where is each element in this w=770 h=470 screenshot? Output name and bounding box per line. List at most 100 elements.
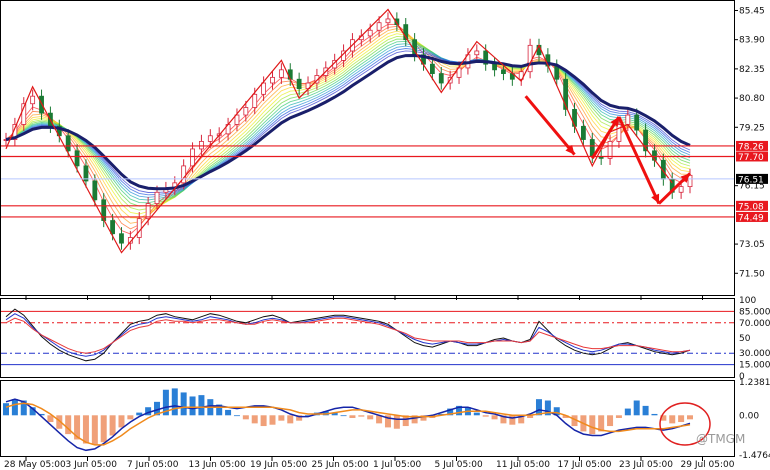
candle-body: [65, 135, 71, 152]
macd-y-tick-label: 0.00: [739, 411, 759, 421]
macd-histogram-bar: [358, 415, 365, 417]
macd-histogram-bar: [287, 415, 294, 424]
candle-body: [261, 82, 267, 95]
macd-histogram-bar: [225, 409, 232, 416]
y-tick-label: 85.45: [739, 6, 765, 16]
price-level-label: 78.26: [738, 142, 764, 152]
macd-histogram-bar: [127, 415, 134, 420]
candle-body: [296, 78, 302, 90]
chart-canvas[interactable]: 28 May 05:00 3 Jun 05:00 7 Jun 05:00 13 Jun…: [0, 0, 770, 470]
x-tick-label: 25 Jun 05:00: [312, 460, 369, 470]
macd-histogram-bar: [687, 415, 693, 420]
macd-histogram-bar: [651, 413, 658, 416]
macd-histogram-bar: [607, 415, 614, 427]
x-tick-label: 17 Jul 05:00: [558, 460, 612, 470]
candle-body: [207, 135, 213, 142]
price-level-label: 77.70: [738, 153, 764, 163]
macd-histogram-bar: [11, 399, 18, 416]
y-tick-label: 71.50: [739, 269, 765, 279]
candle-body: [474, 50, 480, 56]
candle-body: [616, 124, 622, 142]
candle-body: [270, 76, 275, 84]
macd-histogram-bar: [349, 415, 356, 418]
x-tick-label: 19 Jun 05:00: [250, 460, 307, 470]
macd-histogram-bar: [91, 415, 98, 445]
y-tick-label: 79.25: [739, 123, 765, 133]
macd-histogram-bar: [535, 399, 542, 416]
x-tick-label: 28 May 05:00: [4, 460, 66, 470]
candle-body: [234, 114, 240, 125]
macd-histogram-bar: [242, 415, 249, 420]
macd-histogram-bar: [615, 415, 622, 418]
price-level-label: 76.51: [738, 175, 764, 185]
candle-body: [385, 18, 391, 24]
macd-histogram-bar: [118, 415, 125, 428]
macd-histogram-bar: [482, 415, 489, 417]
x-tick-label: 11 Jul 05:00: [496, 460, 550, 470]
macd-histogram-bar: [624, 408, 631, 416]
candle-body: [678, 186, 684, 193]
candle-body: [501, 69, 506, 74]
macd-histogram-bar: [3, 403, 9, 416]
macd-histogram-bar: [189, 396, 196, 416]
candle-body: [581, 125, 586, 140]
macd-histogram-bar: [269, 415, 276, 425]
osc-y-tick-label: 85.0000: [739, 307, 770, 317]
candle-body: [92, 180, 98, 201]
candle-body: [190, 148, 195, 167]
chart-window: 28 May 05:00 3 Jun 05:00 7 Jun 05:00 13 Jun…: [0, 0, 770, 470]
macd-histogram-bar: [669, 415, 676, 424]
candle-body: [554, 65, 560, 80]
candle-body: [119, 233, 124, 244]
macd-y-tick-label: -1.4764: [739, 451, 770, 461]
candle-body: [110, 220, 115, 235]
price-level-label: 74.49: [738, 213, 764, 223]
macd-histogram-bar: [491, 415, 498, 420]
osc-y-tick-label: 15.0000: [739, 361, 770, 371]
candle-body: [625, 114, 631, 125]
candle-body: [287, 69, 293, 80]
macd-y-tick-label: 1.2381: [739, 378, 770, 388]
candle-body: [154, 191, 160, 204]
macd-histogram-bar: [100, 415, 107, 443]
watermark-text: @TMGM: [696, 432, 745, 446]
candle-body: [607, 141, 613, 159]
x-tick-label: 1 Jul 05:00: [373, 460, 422, 470]
candle-body: [278, 69, 284, 78]
osc-y-tick-label: 70.0000: [739, 319, 770, 329]
candle-body: [367, 29, 373, 37]
macd-histogram-bar: [260, 415, 267, 427]
candle-body: [429, 63, 435, 74]
candle-body: [243, 107, 249, 116]
macd-histogram-bar: [473, 412, 480, 416]
y-tick-label: 73.05: [739, 240, 765, 250]
x-tick-label: 5 Jul 05:00: [435, 460, 484, 470]
macd-histogram-bar: [642, 405, 649, 416]
candle-body: [492, 63, 497, 71]
candle-body: [527, 44, 533, 73]
macd-histogram-bar: [171, 388, 178, 416]
osc-y-tick-label: 100: [739, 296, 756, 306]
y-tick-label: 80.80: [739, 94, 765, 104]
macd-histogram-bar: [678, 415, 685, 423]
macd-histogram-bar: [340, 415, 347, 417]
macd-histogram-bar: [251, 415, 258, 424]
macd-histogram-bar: [278, 415, 285, 421]
macd-histogram-bar: [367, 415, 374, 420]
x-tick-label: 23 Jul 05:00: [619, 460, 673, 470]
candle-body: [634, 114, 640, 131]
candle-body: [74, 150, 80, 167]
macd-histogram-bar: [589, 415, 596, 435]
macd-histogram-bar: [633, 400, 640, 416]
price-level-label: 75.08: [738, 202, 764, 212]
x-tick-label: 3 Jun 05:00: [66, 460, 118, 470]
macd-histogram-bar: [393, 415, 400, 429]
candle-body: [252, 93, 258, 108]
macd-histogram-bar: [198, 395, 205, 416]
y-tick-label: 82.35: [739, 65, 765, 75]
macd-histogram-bar: [509, 415, 516, 425]
candle-body: [136, 218, 142, 238]
macd-histogram-bar: [109, 415, 116, 436]
x-tick-label: 29 Jul 05:00: [681, 460, 735, 470]
osc-y-tick-label: 30.0000: [739, 349, 770, 359]
